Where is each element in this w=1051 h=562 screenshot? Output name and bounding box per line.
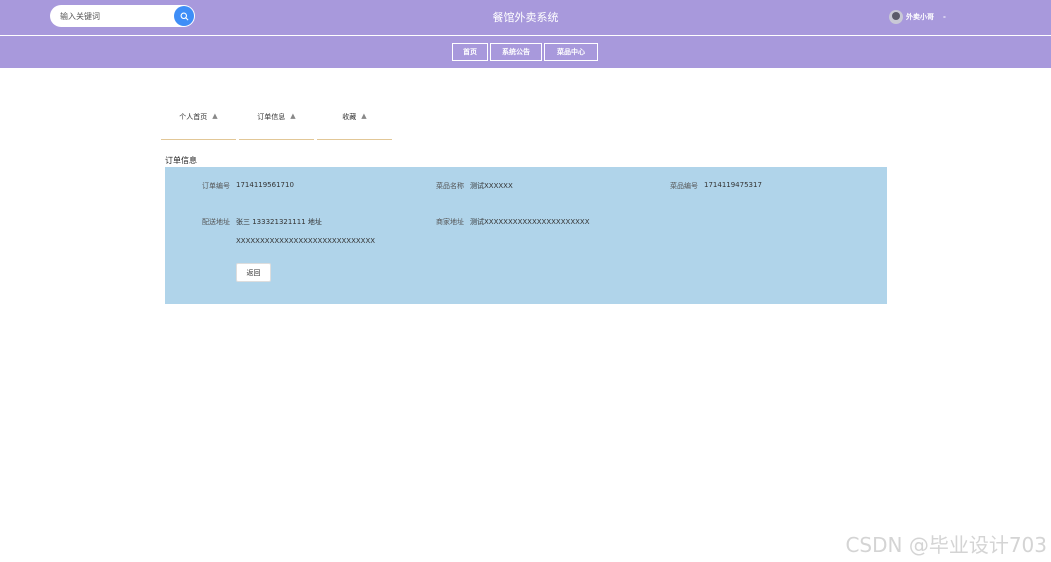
field-label: 菜品名称 <box>436 182 464 190</box>
field-label: 菜品编号 <box>670 182 698 190</box>
order-icon: ▲ <box>290 112 296 120</box>
field-value: 1714119561710 <box>236 181 294 189</box>
watermark: CSDN @毕业设计703 <box>845 533 1047 557</box>
field-order-no: 订单编号 1714119561710 <box>194 181 294 191</box>
nav-tab-home[interactable]: 首页 <box>452 43 488 61</box>
user-menu[interactable]: 外卖小哥 - <box>889 10 946 24</box>
menu-item-profile[interactable]: 个人首页 ▲ <box>161 110 236 140</box>
menu-item-favorites[interactable]: 收藏 ▲ <box>317 110 392 140</box>
menu-item-label: 个人首页 <box>179 113 208 121</box>
avatar <box>889 10 903 24</box>
field-value: 测试XXXXXX <box>470 182 513 190</box>
center-menu: 个人首页 ▲ 订单信息 ▲ 收藏 ▲ <box>161 110 395 140</box>
back-button[interactable]: 返回 <box>236 263 271 282</box>
field-shop-address: 商家地址 测试XXXXXXXXXXXXXXXXXXXXXX <box>428 217 590 227</box>
nav-tabs: 首页 系统公告 菜品中心 <box>452 43 600 61</box>
field-label: 商家地址 <box>436 218 464 226</box>
top-header: 餐馆外卖系统 外卖小哥 - <box>0 0 1051 35</box>
field-label: 订单编号 <box>202 182 230 190</box>
menu-item-label: 订单信息 <box>257 113 286 121</box>
field-value: 张三 133321321111 地址 <box>236 218 322 226</box>
field-dish-no: 菜品编号 1714119475317 <box>662 181 762 191</box>
chevron-down-icon: - <box>943 13 946 21</box>
home-icon: ▲ <box>212 112 218 120</box>
field-label: 配送地址 <box>202 218 230 226</box>
nav-bar: 首页 系统公告 菜品中心 <box>0 36 1051 68</box>
field-dish-name: 菜品名称 测试XXXXXX <box>428 181 513 191</box>
nav-tab-announcements[interactable]: 系统公告 <box>490 43 542 61</box>
star-icon: ▲ <box>361 112 367 120</box>
field-value: 测试XXXXXXXXXXXXXXXXXXXXXX <box>470 218 590 226</box>
field-value: 1714119475317 <box>704 181 762 189</box>
section-title: 订单信息 <box>165 156 197 165</box>
field-delivery-address: 配送地址 张三 133321321111 地址 <box>194 217 322 227</box>
menu-item-label: 收藏 <box>342 113 357 121</box>
menu-item-orders[interactable]: 订单信息 ▲ <box>239 110 314 140</box>
delivery-address-continued: XXXXXXXXXXXXXXXXXXXXXXXXXXXXX <box>236 237 376 245</box>
order-detail-panel: 订单编号 1714119561710 菜品名称 测试XXXXXX 菜品编号 17… <box>165 167 887 304</box>
nav-tab-dish-center[interactable]: 菜品中心 <box>544 43 598 61</box>
user-name: 外卖小哥 <box>906 13 934 21</box>
